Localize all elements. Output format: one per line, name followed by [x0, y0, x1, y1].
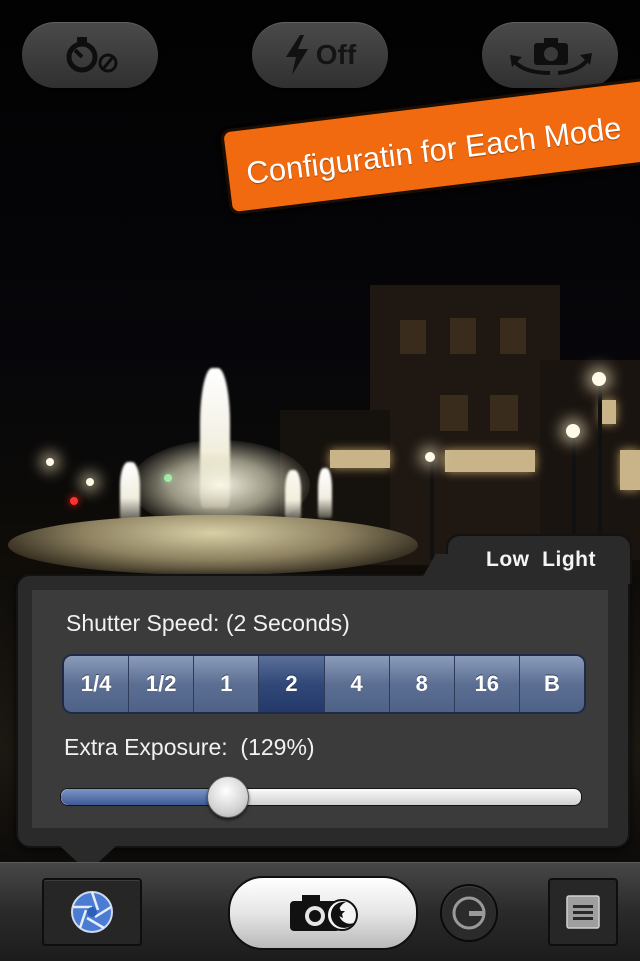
flash-icon — [285, 35, 308, 75]
shutter-speed-label: Shutter Speed: (2 Seconds) — [66, 610, 350, 636]
flash-button[interactable]: Off — [252, 22, 388, 88]
shutter-option[interactable]: 1 — [193, 656, 259, 712]
window — [400, 320, 426, 354]
window — [600, 400, 616, 424]
traffic-light — [70, 497, 78, 505]
window — [445, 450, 535, 472]
menu-button[interactable] — [548, 878, 618, 946]
shutter-option[interactable]: 16 — [453, 656, 519, 712]
street-lamp — [425, 452, 435, 462]
lamp-post — [598, 385, 602, 555]
flash-label: Off — [315, 39, 357, 70]
shutter-option[interactable]: 4 — [323, 656, 389, 712]
camera-switch-icon — [510, 38, 592, 75]
camera-night-icon — [290, 895, 358, 931]
shutter-button[interactable] — [228, 876, 418, 950]
window — [440, 395, 468, 431]
shutter-option[interactable]: 1/4 — [64, 656, 129, 712]
extra-exposure-label: Extra Exposure: (129%) — [64, 734, 315, 760]
fountain-basin — [8, 515, 418, 575]
shutter-option[interactable]: 1/2 — [128, 656, 194, 712]
camera-switch-button[interactable] — [482, 22, 618, 88]
shutter-option[interactable]: 8 — [388, 656, 454, 712]
shooting-mode-button[interactable] — [42, 878, 142, 946]
mode-tab-label: Low Light — [486, 548, 596, 571]
lamp-post — [430, 460, 434, 560]
power-toggle-icon — [452, 896, 486, 930]
extra-exposure-slider[interactable] — [60, 776, 582, 818]
mode-tab[interactable]: Low Light — [446, 534, 632, 584]
aperture-icon — [71, 891, 113, 933]
street-lamp — [46, 458, 54, 466]
power-toggle-button[interactable] — [440, 884, 498, 942]
slider-fill — [61, 789, 228, 805]
window — [330, 450, 390, 468]
street-lamp — [566, 424, 580, 438]
window — [500, 318, 526, 354]
fountain-jet — [318, 468, 332, 518]
shutter-speed-segmented-control: 1/4 1/2 1 2 4 8 16 B — [62, 654, 586, 714]
window — [450, 318, 476, 354]
timer-button[interactable] — [22, 22, 158, 88]
shutter-option[interactable]: B — [518, 656, 584, 712]
street-lamp — [592, 372, 606, 386]
self-timer-off-icon — [66, 37, 118, 73]
window — [490, 395, 518, 431]
street-lamp — [86, 478, 94, 486]
window — [620, 450, 640, 490]
shutter-option[interactable]: 2 — [258, 656, 324, 712]
list-menu-icon — [566, 895, 600, 929]
